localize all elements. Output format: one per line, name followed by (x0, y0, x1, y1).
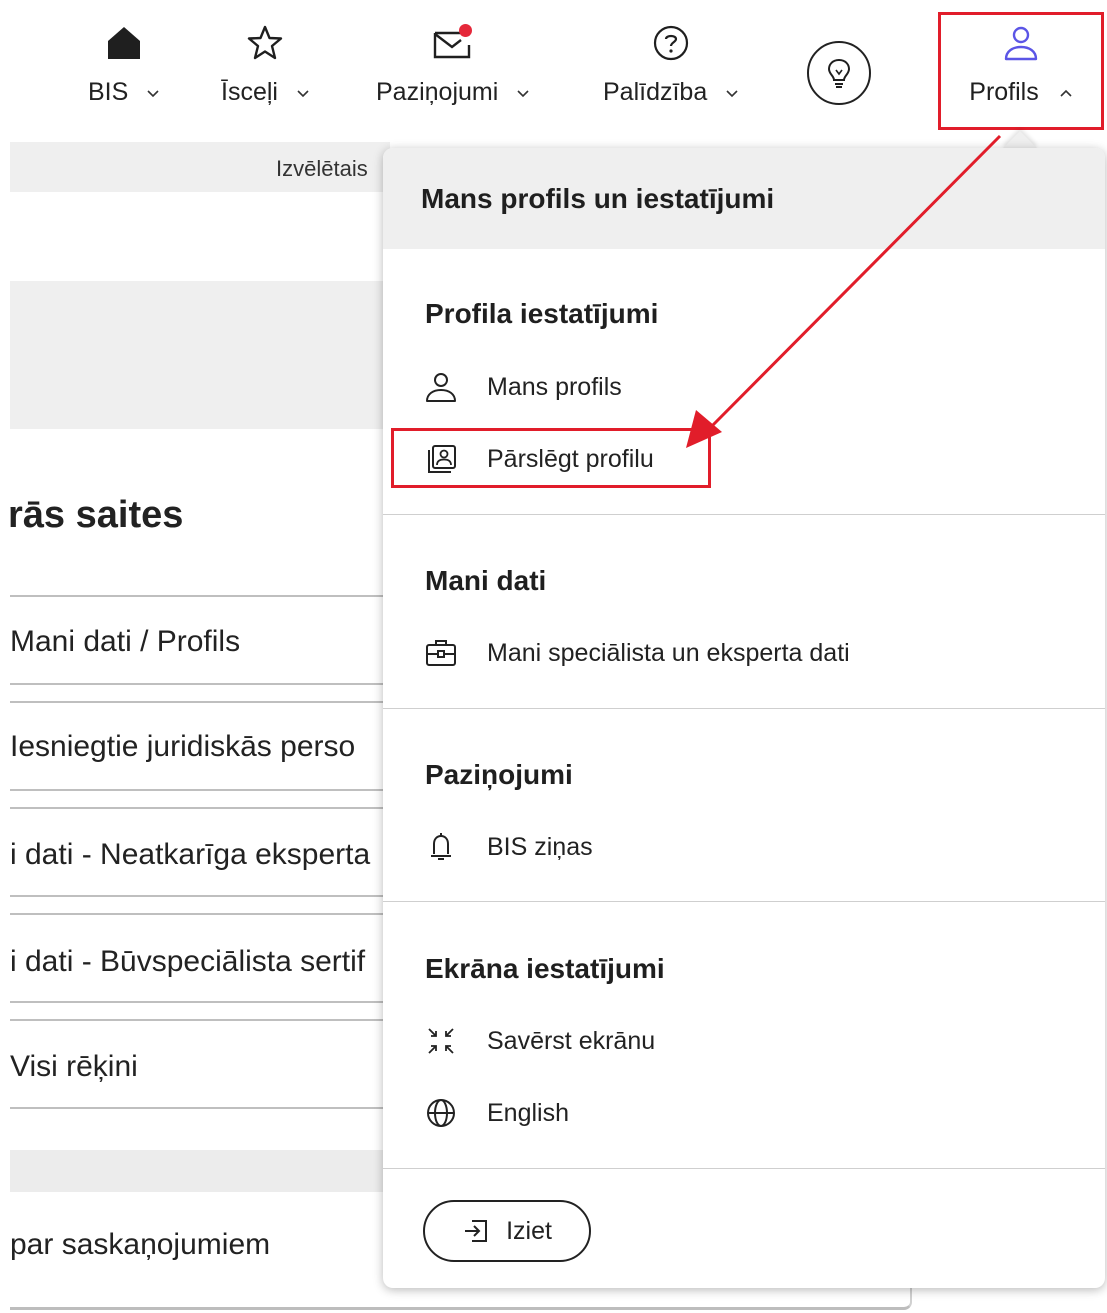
logout-button[interactable]: Iziet (423, 1200, 591, 1262)
divider (10, 789, 390, 791)
divider (10, 913, 390, 915)
link-item[interactable]: i dati - Neatkarīga eksperta (10, 838, 390, 872)
chevron-up-icon (1060, 89, 1072, 97)
switch-profile-icon (421, 439, 461, 479)
divider (10, 595, 390, 597)
divider (10, 1019, 390, 1021)
nav-bis[interactable]: BIS (88, 20, 160, 107)
briefcase-icon (421, 633, 461, 673)
section-screen-settings: Ekrāna iestatījumi (425, 953, 665, 984)
envelope-icon (430, 20, 476, 66)
nav-help-label: Palīdzība (603, 78, 708, 106)
nav-shortcuts[interactable]: Īsceļi (221, 20, 310, 107)
menu-item-label: Mans profils (487, 372, 622, 401)
help-icon (648, 20, 694, 66)
menu-item-label: Mani speciālista un eksperta dati (487, 638, 850, 667)
top-navigation: BIS Īsceļi Paziņojumi Palīdzība Profils (0, 0, 1107, 135)
collapse-icon (421, 1021, 461, 1061)
approvals-link[interactable]: par saskaņojumiem (10, 1228, 270, 1262)
divider (10, 807, 390, 809)
profile-dropdown: Mans profils un iestatījumi Profila iest… (383, 148, 1105, 1288)
divider (383, 514, 1105, 515)
divider (10, 1107, 390, 1109)
chevron-down-icon (147, 89, 159, 97)
dropdown-title: Mans profils un iestatījumi (383, 148, 1105, 249)
chevron-down-icon (297, 89, 309, 97)
nav-notifications[interactable]: Paziņojumi (376, 20, 530, 107)
section-profile-settings: Profila iestatījumi (425, 298, 659, 329)
links-title: rās saites (8, 494, 184, 536)
menu-item-specialist-data[interactable]: Mani speciālista un eksperta dati (421, 631, 850, 675)
menu-item-bis-news[interactable]: BIS ziņas (421, 825, 593, 869)
divider (383, 1168, 1105, 1169)
user-icon (421, 367, 461, 407)
nav-shortcuts-label: Īsceļi (221, 78, 278, 106)
divider (383, 708, 1105, 709)
chevron-down-icon (726, 89, 738, 97)
divider (383, 901, 1105, 902)
bell-icon (421, 827, 461, 867)
divider (10, 1001, 390, 1003)
menu-item-switch-profile[interactable]: Pārslēgt profilu (421, 437, 654, 481)
section-my-data: Mani dati (425, 565, 547, 596)
user-icon (998, 20, 1044, 66)
link-item[interactable]: i dati - Būvspeciālista sertif (10, 945, 390, 979)
section-notifications: Paziņojumi (425, 759, 573, 790)
grey-panel (10, 281, 390, 429)
link-item[interactable]: Visi rēķini (10, 1050, 390, 1084)
grey-band (10, 1150, 390, 1192)
menu-item-english[interactable]: English (421, 1091, 569, 1135)
nav-notifications-label: Paziņojumi (376, 78, 499, 106)
divider (10, 683, 390, 685)
selected-strip-text: Izvēlētais (276, 156, 368, 181)
lightbulb-icon (827, 58, 851, 88)
menu-item-label: English (487, 1098, 569, 1127)
link-item[interactable]: Mani dati / Profils (10, 625, 390, 659)
link-item[interactable]: Iesniegtie juridiskās perso (10, 730, 390, 764)
menu-item-my-profile[interactable]: Mans profils (421, 365, 622, 409)
divider (10, 701, 390, 703)
nav-bis-label: BIS (88, 78, 129, 106)
menu-item-label: BIS ziņas (487, 832, 593, 861)
divider (10, 895, 390, 897)
logout-icon (465, 1220, 488, 1242)
nav-profile-label: Profils (969, 78, 1039, 106)
menu-item-label: Savērst ekrānu (487, 1026, 656, 1055)
menu-item-label: Pārslēgt profilu (487, 444, 654, 473)
globe-icon (421, 1093, 461, 1133)
nav-help[interactable]: Palīdzība (603, 20, 739, 107)
logout-label: Iziet (506, 1216, 552, 1245)
menu-item-collapse-screen[interactable]: Savērst ekrānu (421, 1019, 655, 1063)
home-icon (101, 20, 147, 66)
chevron-down-icon (517, 89, 529, 97)
star-icon (242, 20, 288, 66)
nav-profile[interactable]: Profils (938, 20, 1104, 107)
tips-button[interactable] (807, 41, 871, 105)
